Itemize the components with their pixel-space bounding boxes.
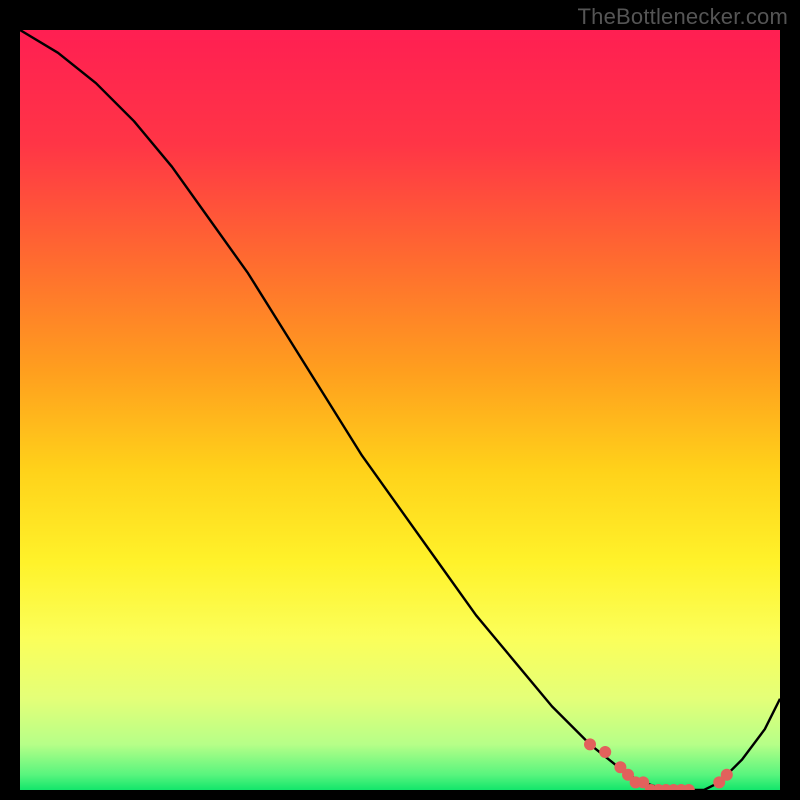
chart-frame: TheBottlenecker.com [0,0,800,800]
chart-marker [584,738,596,750]
chart-background [20,30,780,790]
chart-marker [599,746,611,758]
chart-plot-area [20,30,780,790]
chart-svg [20,30,780,790]
watermark-text: TheBottlenecker.com [578,4,788,30]
chart-marker [721,769,733,781]
